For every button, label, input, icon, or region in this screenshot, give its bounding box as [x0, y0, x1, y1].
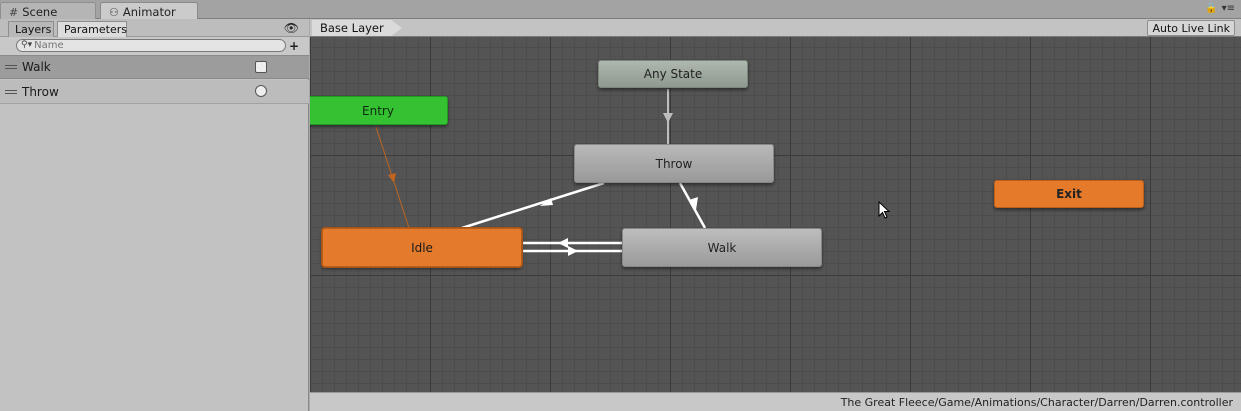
- graph-header: Base Layer Auto Live Link: [310, 19, 1241, 37]
- breadcrumb[interactable]: Base Layer: [312, 20, 402, 36]
- tab-animator-label: Animator: [122, 5, 176, 19]
- parameter-name[interactable]: Walk: [22, 60, 51, 74]
- search-icon: ⚲▾: [21, 40, 33, 50]
- parameter-row-throw[interactable]: Throw: [0, 80, 309, 104]
- state-exit[interactable]: Exit: [994, 180, 1144, 208]
- state-any-state[interactable]: Any State: [598, 60, 748, 88]
- drag-handle-icon[interactable]: [5, 65, 17, 69]
- menu-icon[interactable]: ▾≡: [1222, 3, 1235, 14]
- status-footer: The Great Fleece/Game/Animations/Charact…: [310, 392, 1241, 411]
- state-idle[interactable]: Idle: [322, 228, 522, 267]
- drag-handle-icon[interactable]: [5, 89, 17, 94]
- eye-icon[interactable]: 👁: [284, 21, 299, 35]
- tab-parameters[interactable]: Parameters: [57, 21, 127, 37]
- state-entry[interactable]: Entry: [310, 96, 448, 125]
- arrow-idle-walk: [568, 246, 578, 256]
- parameter-search[interactable]: ⚲▾: [16, 39, 286, 52]
- search-row: ⚲▾ +: [0, 37, 309, 55]
- tab-animator[interactable]: ⚇ Animator: [100, 2, 198, 19]
- search-input[interactable]: [34, 40, 265, 51]
- arrow-anystate-throw: [663, 113, 673, 123]
- arrow-walk-idle: [558, 238, 568, 248]
- window-tab-bar: # Scene ⚇ Animator 🔒 ▾≡: [0, 0, 1241, 19]
- transition-throw-walk[interactable]: [678, 182, 707, 229]
- tab-layers[interactable]: Layers: [8, 21, 54, 37]
- parameter-name[interactable]: Throw: [22, 85, 59, 99]
- lock-icon[interactable]: 🔒: [1205, 3, 1217, 14]
- state-walk[interactable]: Walk: [622, 228, 822, 267]
- add-parameter-button[interactable]: +: [289, 39, 299, 53]
- animator-graph[interactable]: Any State Entry Throw Exit Idle Walk: [310, 37, 1241, 392]
- mouse-cursor-icon: [878, 201, 891, 219]
- transition-throw-idle[interactable]: [461, 181, 605, 230]
- parameters-panel: Layers Parameters 👁 ⚲▾ + Walk Throw: [0, 19, 309, 411]
- tab-scene-label: Scene: [22, 5, 58, 19]
- trigger-radio[interactable]: [255, 85, 267, 97]
- tab-scene[interactable]: # Scene: [0, 2, 96, 19]
- transitions-layer: [375, 89, 707, 256]
- parameter-row-walk[interactable]: Walk: [0, 55, 309, 79]
- animator-icon: ⚇: [109, 5, 119, 19]
- auto-live-link-button[interactable]: Auto Live Link: [1147, 20, 1235, 36]
- controller-path: The Great Fleece/Game/Animations/Charact…: [840, 396, 1233, 409]
- grid-icon: #: [9, 5, 19, 19]
- arrow-entry-idle: [388, 173, 396, 183]
- state-throw[interactable]: Throw: [574, 144, 774, 183]
- bool-checkbox[interactable]: [255, 61, 267, 73]
- panel-tabs: Layers Parameters 👁: [0, 19, 309, 37]
- window-controls: 🔒 ▾≡: [1205, 3, 1235, 14]
